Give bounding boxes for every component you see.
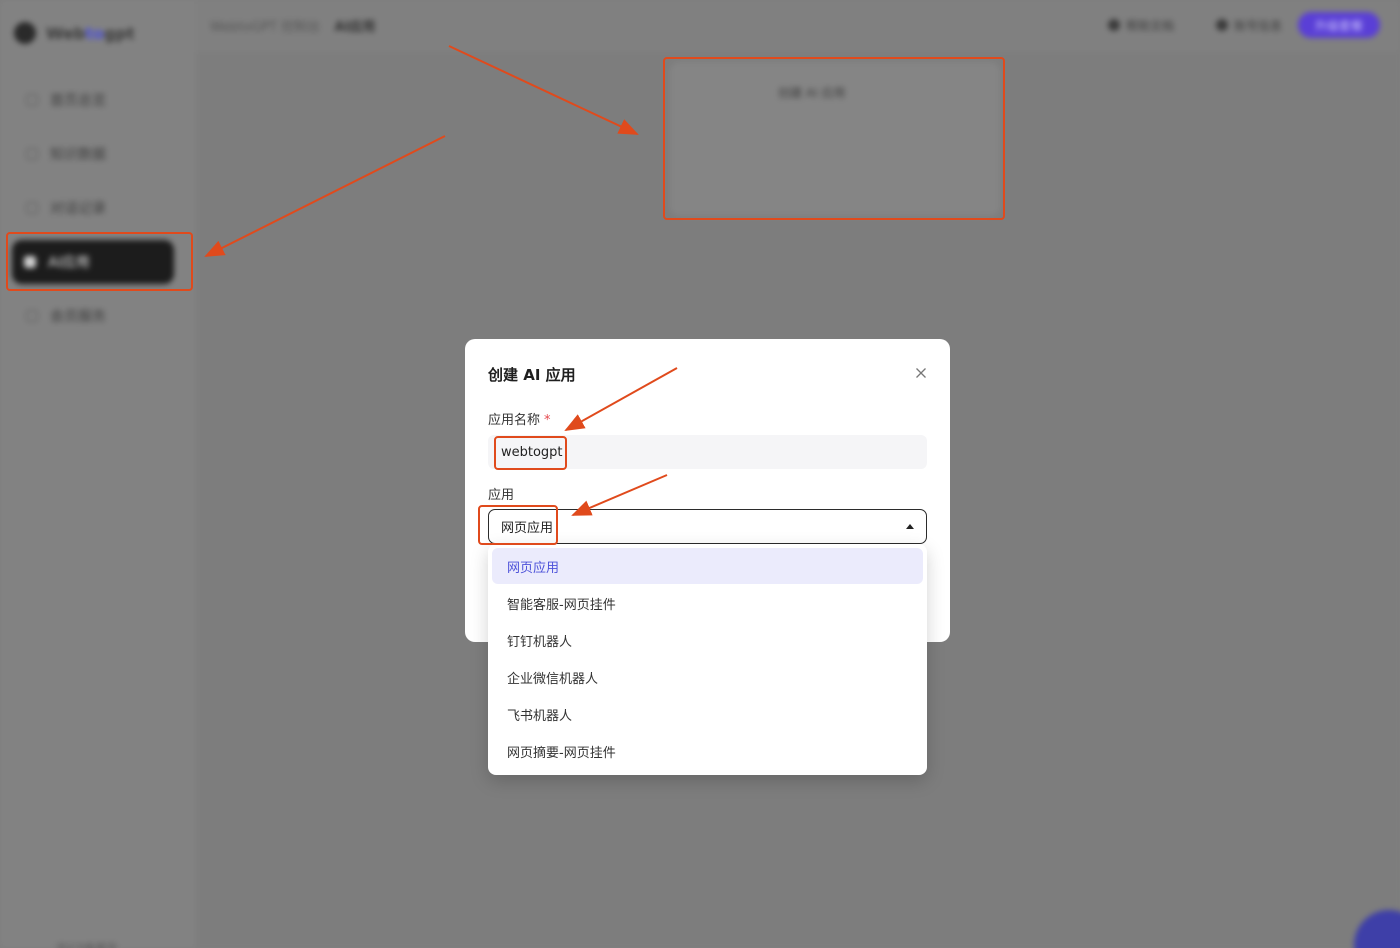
caret-up-icon	[906, 524, 914, 529]
sidebar-item-ai-apps[interactable]: AI应用	[12, 240, 174, 284]
sidebar-item-label: 会员服务	[50, 309, 106, 325]
sidebar-item-knowledge[interactable]: 知识数据	[26, 140, 176, 168]
app-name-input[interactable]	[488, 435, 927, 469]
dropdown-option-feishu-bot[interactable]: 飞书机器人	[492, 696, 923, 732]
sidebar-item-label: 首页总览	[50, 93, 106, 109]
home-icon	[26, 94, 38, 106]
sidebar: Webtogpt 首页总览 知识数据 对话记录 AI应用 会员服务 京ICP备案…	[0, 0, 196, 948]
app-type-label: 应用	[488, 488, 515, 503]
sidebar-item-chats[interactable]: 对话记录	[26, 194, 176, 222]
help-button[interactable]: 帮助文档	[1108, 14, 1174, 36]
sidebar-item-member[interactable]: 会员服务	[26, 302, 176, 330]
logo: Webtogpt	[14, 22, 135, 44]
sidebar-item-label: 对话记录	[50, 201, 106, 217]
database-icon	[26, 148, 38, 160]
user-icon	[1216, 19, 1228, 31]
app-type-selected-value: 网页应用	[501, 521, 554, 536]
dropdown-option-wecom-bot[interactable]: 企业微信机器人	[492, 659, 923, 695]
app-icon	[24, 256, 36, 268]
create-app-card-label: 创建 AI 应用	[778, 86, 846, 100]
upgrade-button[interactable]: 升级套餐	[1298, 12, 1380, 38]
app-type-dropdown: 网页应用 智能客服-网页挂件 钉钉机器人 企业微信机器人 飞书机器人 网页摘要-…	[488, 544, 927, 775]
sidebar-item-label: 知识数据	[50, 147, 106, 163]
account-label: 账号信息	[1234, 18, 1283, 33]
breadcrumb-current: AI应用	[334, 20, 376, 35]
app-name-label: 应用名称 *	[488, 409, 551, 428]
required-mark: *	[544, 413, 551, 428]
modal-title: 创建 AI 应用	[488, 366, 576, 384]
sidebar-item-label: AI应用	[48, 255, 90, 271]
sidebar-item-home[interactable]: 首页总览	[26, 86, 176, 114]
app-type-select[interactable]: 网页应用	[488, 509, 927, 544]
dropdown-option-support-widget[interactable]: 智能客服-网页挂件	[492, 585, 923, 621]
breadcrumb: WebtoGPT 控制台 AI应用	[210, 16, 375, 35]
create-app-card[interactable]: 创建 AI 应用	[670, 62, 1000, 216]
account-button[interactable]: 账号信息	[1216, 14, 1282, 36]
dropdown-option-summary-widget[interactable]: 网页摘要-网页挂件	[492, 733, 923, 769]
logo-icon	[14, 22, 36, 44]
breadcrumb-parent[interactable]: WebtoGPT 控制台	[210, 20, 320, 35]
chat-icon	[26, 202, 38, 214]
help-label: 帮助文档	[1126, 18, 1175, 33]
app-name-label-text: 应用名称	[488, 413, 541, 428]
logo-text: Webtogpt	[46, 23, 135, 43]
dropdown-option-web-app[interactable]: 网页应用	[492, 548, 923, 584]
member-icon	[26, 310, 38, 322]
close-icon[interactable]	[913, 365, 929, 381]
footer-link[interactable]: 京ICP备案号	[56, 940, 118, 948]
dropdown-option-dingtalk-bot[interactable]: 钉钉机器人	[492, 622, 923, 658]
help-icon	[1108, 19, 1120, 31]
